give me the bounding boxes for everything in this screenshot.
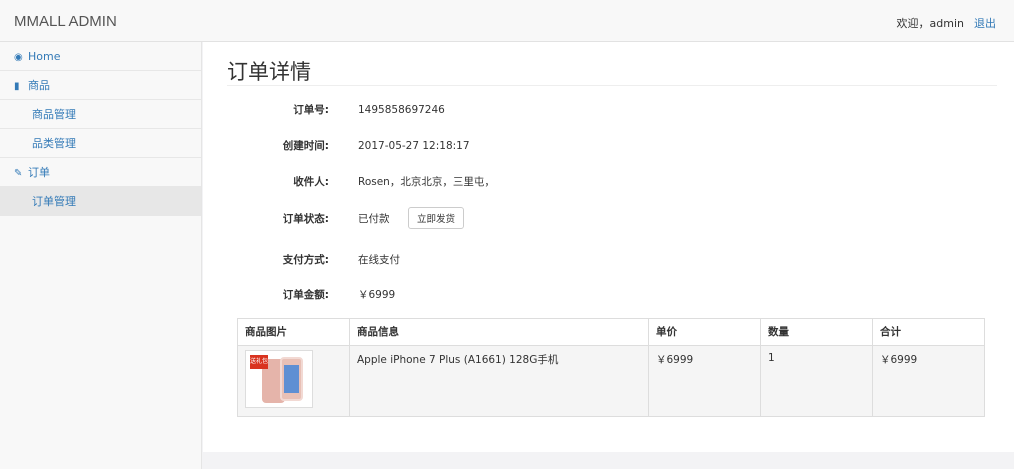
- order-number-label: 订单号:: [293, 104, 329, 116]
- order-status-row: 订单状态: 已付款 立即发货: [203, 207, 1014, 229]
- sidebar-item-home[interactable]: ◉ Home: [0, 42, 201, 71]
- order-status-value: 已付款: [358, 213, 390, 225]
- payment-method-value: 在线支付: [358, 254, 400, 266]
- gift-tag-badge: 送礼包: [250, 355, 268, 369]
- top-navbar: MMALL ADMIN 欢迎，admin 退出: [0, 0, 1014, 42]
- column-header-quantity: 数量: [760, 318, 873, 346]
- product-image-cell: 送礼包: [237, 345, 350, 417]
- order-status-label: 订单状态:: [282, 213, 329, 225]
- column-header-info: 商品信息: [349, 318, 649, 346]
- quantity-cell: 1: [760, 345, 873, 417]
- total-cell: ￥6999: [872, 345, 985, 417]
- order-amount-value: ￥6999: [358, 289, 396, 301]
- wrench-icon: ✎: [14, 168, 23, 179]
- product-info-cell[interactable]: Apple iPhone 7 Plus (A1661) 128G手机: [349, 345, 649, 417]
- receiver-label: 收件人:: [293, 176, 329, 188]
- dashboard-icon: ◉: [14, 52, 23, 63]
- order-number-value: 1495858697246: [358, 104, 445, 116]
- order-items-table: 商品图片 商品信息 单价 数量 合计 送礼包 Apple iPhone 7 Pl…: [237, 318, 985, 417]
- phone-front-shape: [280, 357, 303, 401]
- table-row: 送礼包 Apple iPhone 7 Plus (A1661) 128G手机 ￥…: [237, 345, 985, 417]
- divider: [227, 85, 997, 86]
- sidebar-item-product-manage[interactable]: 商品管理: [0, 100, 201, 129]
- phone-screen-shape: [284, 365, 299, 393]
- order-number-row: 订单号: 1495858697246: [203, 100, 1014, 120]
- welcome-text: 欢迎，admin: [896, 17, 964, 30]
- created-time-label: 创建时间:: [282, 140, 329, 152]
- sidebar: ◉ Home ▮ 商品 商品管理 品类管理 ✎ 订单 订单管理: [0, 42, 202, 469]
- logout-link[interactable]: 退出: [974, 15, 996, 31]
- sidebar-item-products[interactable]: ▮ 商品: [0, 71, 201, 100]
- payment-method-row: 支付方式: 在线支付: [203, 250, 1014, 270]
- column-header-total: 合计: [872, 318, 985, 346]
- product-image[interactable]: 送礼包: [245, 350, 313, 408]
- unit-price-cell: ￥6999: [648, 345, 761, 417]
- created-time-value: 2017-05-27 12:18:17: [358, 140, 470, 152]
- column-header-image: 商品图片: [237, 318, 350, 346]
- created-time-row: 创建时间: 2017-05-27 12:18:17: [203, 136, 1014, 156]
- sidebar-item-label: 商品: [28, 79, 50, 92]
- main-content: 订单详情 订单号: 1495858697246 创建时间: 2017-05-27…: [203, 42, 1014, 452]
- payment-method-label: 支付方式:: [282, 254, 329, 266]
- bar-chart-icon: ▮: [14, 81, 20, 92]
- sidebar-item-label: Home: [28, 50, 61, 63]
- receiver-value: Rosen，北京北京，三里屯，: [358, 176, 495, 188]
- sidebar-item-label: 订单: [28, 166, 50, 179]
- column-header-price: 单价: [648, 318, 761, 346]
- table-header-row: 商品图片 商品信息 单价 数量 合计: [237, 318, 985, 346]
- page-title: 订单详情: [227, 60, 311, 84]
- ship-now-button[interactable]: 立即发货: [408, 207, 464, 229]
- sidebar-item-orders[interactable]: ✎ 订单: [0, 158, 201, 187]
- order-amount-row: 订单金额: ￥6999: [203, 285, 1014, 305]
- brand-logo[interactable]: MMALL ADMIN: [14, 13, 117, 30]
- sidebar-item-order-manage[interactable]: 订单管理: [0, 187, 201, 216]
- order-amount-label: 订单金额:: [282, 289, 329, 301]
- receiver-row: 收件人: Rosen，北京北京，三里屯，: [203, 172, 1014, 192]
- sidebar-item-category-manage[interactable]: 品类管理: [0, 129, 201, 158]
